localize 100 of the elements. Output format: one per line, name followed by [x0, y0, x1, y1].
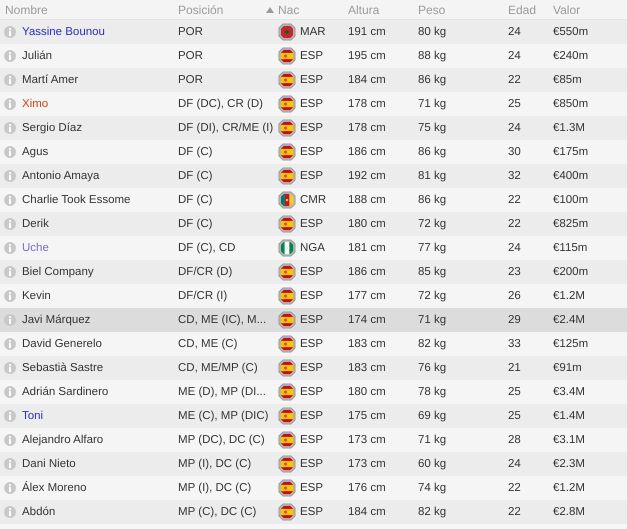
player-name[interactable]: Antonio Amaya	[22, 170, 100, 182]
info-icon[interactable]	[4, 458, 16, 470]
info-icon[interactable]	[4, 218, 16, 230]
info-icon[interactable]	[4, 266, 16, 278]
table-cell: 23	[508, 266, 521, 278]
flag-icon	[278, 143, 296, 161]
table-cell: DF (DI), CR/ME (I)	[178, 122, 274, 134]
info-icon[interactable]	[4, 362, 16, 374]
table-row[interactable]: Derik DF (C) ESP 180 cm 72 kg 22 €825m	[0, 212, 627, 236]
table-cell: 60 kg	[418, 458, 446, 470]
table-row[interactable]: Dani Nieto MP (I), DC (C) ESP 173 cm 60 kg 24 €2.3M	[0, 452, 627, 476]
table-cell: POR	[178, 26, 203, 38]
info-icon[interactable]	[4, 338, 16, 350]
table-cell: 86 kg	[418, 146, 446, 158]
table-row[interactable]: Biel Company DF/CR (D) ESP 186 cm 85 kg 23 €200m	[0, 260, 627, 284]
info-icon[interactable]	[4, 386, 16, 398]
table-row[interactable]: Yassine Bounou POR MAR 191 cm 80 kg 24 €550m	[0, 20, 627, 44]
table-cell: 21	[508, 362, 521, 374]
info-icon[interactable]	[4, 98, 16, 110]
flag-icon	[278, 119, 296, 137]
table-row[interactable]: Toni ME (C), MP (DIC) ESP 175 cm 69 kg 25 €1.4M	[0, 404, 627, 428]
info-icon[interactable]	[4, 290, 16, 302]
info-icon[interactable]	[4, 482, 16, 494]
table-cell: ESP	[300, 386, 324, 398]
table-cell: 33	[508, 338, 521, 350]
table-cell: 76 kg	[418, 362, 446, 374]
info-icon[interactable]	[4, 242, 16, 254]
table-cell: 178 cm	[348, 98, 386, 110]
info-icon[interactable]	[4, 50, 16, 62]
table-row[interactable]: Javi Márquez CD, ME (IC), M... ESP 174 cm 71 kg 29 €2.4M	[0, 308, 627, 332]
table-cell: 28	[508, 434, 521, 446]
table-cell: 86 kg	[418, 74, 446, 86]
player-name[interactable]: Alejandro Alfaro	[22, 434, 104, 446]
flag-icon	[278, 95, 296, 113]
info-icon[interactable]	[4, 74, 16, 86]
table-cell: 26	[508, 290, 521, 302]
table-cell: 74 kg	[418, 482, 446, 494]
table-cell: €3.4M	[553, 386, 585, 398]
player-name[interactable]: Biel Company	[22, 266, 94, 278]
table-row[interactable]: Sergio Díaz DF (DI), CR/ME (I) ESP 178 cm 75 kg 24 €1.3M	[0, 116, 627, 140]
player-name[interactable]: Agus	[22, 146, 48, 158]
table-cell: 181 cm	[348, 242, 386, 254]
table-cell: 188 cm	[348, 194, 386, 206]
player-name[interactable]: Dani Nieto	[22, 458, 76, 470]
table-cell: ESP	[300, 314, 324, 326]
table-cell: 174 cm	[348, 314, 386, 326]
player-name[interactable]: Ximo	[22, 98, 48, 110]
table-row[interactable]: Sebastià Sastre CD, ME/MP (C) ESP 183 cm 76 kg 21 €91m	[0, 356, 627, 380]
table-cell: €1.2M	[553, 290, 585, 302]
player-name[interactable]: Yassine Bounou	[22, 26, 105, 38]
info-icon[interactable]	[4, 26, 16, 38]
table-row[interactable]: Martí Amer POR ESP 184 cm 86 kg 22 €85m	[0, 68, 627, 92]
flag-icon	[278, 71, 296, 89]
table-cell: 24	[508, 122, 521, 134]
table-cell: 24	[508, 458, 521, 470]
player-name[interactable]: Adrián Sardinero	[22, 386, 108, 398]
table-cell: 72 kg	[418, 290, 446, 302]
table-cell: 180 cm	[348, 386, 386, 398]
player-name[interactable]: Charlie Took Essome	[22, 194, 130, 206]
info-icon[interactable]	[4, 506, 16, 518]
table-cell: ESP	[300, 74, 324, 86]
flag-icon	[278, 47, 296, 65]
player-name[interactable]: Álex Moreno	[22, 482, 87, 494]
table-cell: 24	[508, 242, 521, 254]
player-name[interactable]: David Generelo	[22, 338, 102, 350]
table-cell: 22	[508, 74, 521, 86]
table-cell: 82 kg	[418, 506, 446, 518]
player-name[interactable]: Martí Amer	[22, 74, 78, 86]
table-cell: DF (C)	[178, 218, 212, 230]
flag-icon	[278, 479, 296, 497]
player-name[interactable]: Uche	[22, 242, 49, 254]
table-cell: 22	[508, 482, 521, 494]
table-cell: 81 kg	[418, 170, 446, 182]
info-icon[interactable]	[4, 314, 16, 326]
info-icon[interactable]	[4, 410, 16, 422]
player-name[interactable]: Abdón	[22, 506, 56, 518]
info-icon[interactable]	[4, 170, 16, 182]
info-icon[interactable]	[4, 146, 16, 158]
player-name[interactable]: Sergio Díaz	[22, 122, 82, 134]
table-cell: 195 cm	[348, 50, 386, 62]
flag-icon	[278, 335, 296, 353]
table-cell: €175m	[553, 146, 588, 158]
table-cell: 176 cm	[348, 482, 386, 494]
player-name[interactable]: Toni	[22, 410, 44, 422]
table-row[interactable]: Antonio Amaya DF (C) ESP 192 cm 81 kg 32 €400m	[0, 164, 627, 188]
table-cell: CD, ME/MP (C)	[178, 362, 258, 374]
player-name[interactable]: Sebastià Sastre	[22, 362, 104, 374]
table-cell: ESP	[300, 506, 324, 518]
info-icon[interactable]	[4, 434, 16, 446]
table-cell: ESP	[300, 338, 324, 350]
table-cell: ESP	[300, 482, 324, 494]
player-name[interactable]: Derik	[22, 218, 49, 230]
player-name[interactable]: Kevin	[22, 290, 51, 302]
player-name[interactable]: Javi Márquez	[22, 314, 90, 326]
table-row[interactable]: Abdón MP (C), DC (C) ESP 184 cm 82 kg 22 €2.8M	[0, 500, 627, 524]
info-icon[interactable]	[4, 122, 16, 134]
info-icon[interactable]	[4, 194, 16, 206]
player-name[interactable]: Julián	[22, 50, 52, 62]
table-cell: 88 kg	[418, 50, 446, 62]
table-cell: ESP	[300, 266, 324, 278]
